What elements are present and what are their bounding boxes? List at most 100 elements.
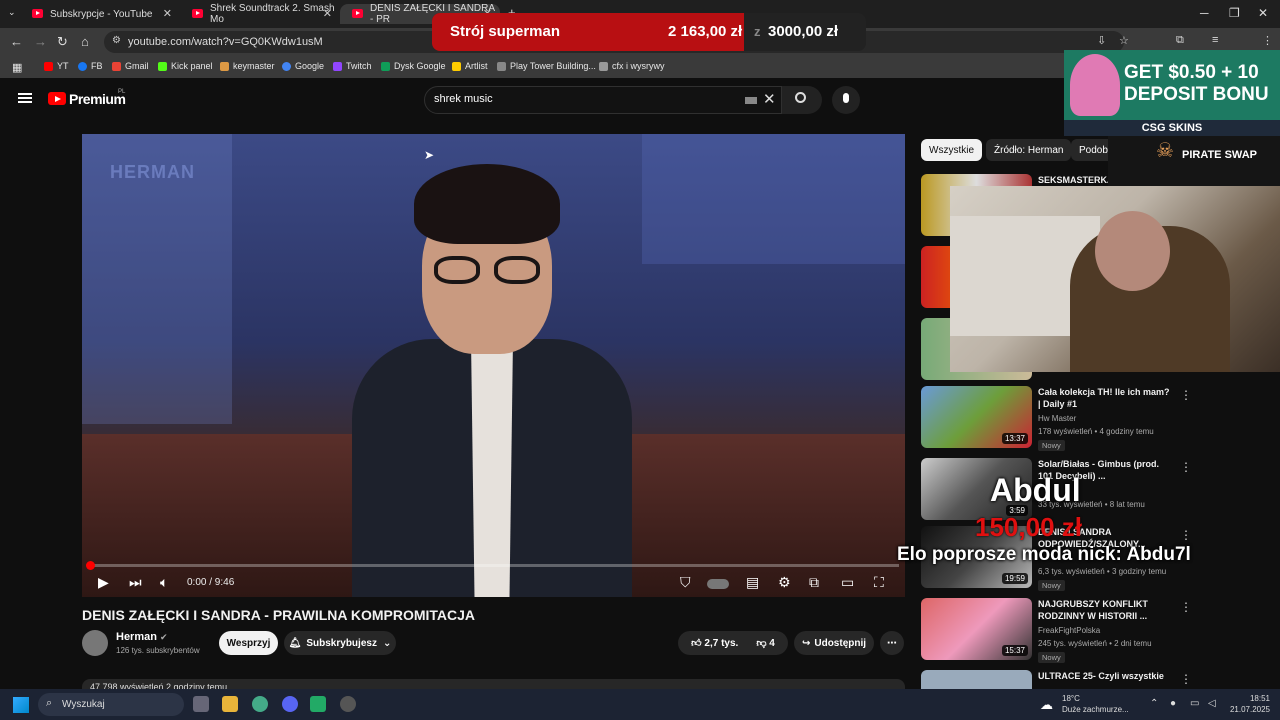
taskbar-search-text: Wyszukaj (62, 699, 105, 710)
search-input[interactable]: shrek music ✕ (424, 86, 782, 114)
back-icon[interactable]: ← (10, 34, 23, 49)
autoplay-toggle[interactable] (707, 579, 729, 589)
speaker-icon[interactable]: ◁ (1208, 698, 1216, 709)
progress-scrubber[interactable] (86, 561, 95, 570)
more-vertical-icon[interactable]: ⋮ (1180, 460, 1192, 474)
close-window-icon[interactable]: ✕ (1258, 6, 1268, 20)
obs-icon[interactable] (340, 696, 356, 712)
bookmark-fb[interactable]: FB (78, 61, 103, 71)
recommended-title[interactable]: Cała kolekcja TH! Ile ich mam? | Daily #… (1038, 386, 1173, 410)
clear-search-icon[interactable]: ✕ (763, 90, 776, 108)
discord-icon[interactable] (282, 696, 298, 712)
theater-mode-icon[interactable]: ▭ (841, 574, 854, 591)
tab-subscriptions[interactable]: Subskrypcje - YouTube ✕ (20, 4, 180, 24)
more-vertical-icon[interactable]: ⋮ (1180, 528, 1192, 542)
progress-bar[interactable] (86, 561, 899, 570)
bookmark-tower[interactable]: Play Tower Building... (497, 61, 596, 71)
home-icon[interactable]: ⌂ (81, 34, 89, 49)
dislike-button[interactable]: 👎︎ 4 (756, 637, 775, 649)
channel-name[interactable]: Herman ✔ (116, 631, 168, 643)
video-thumbnail[interactable] (921, 670, 1032, 689)
bookmark-gmail[interactable]: Gmail (112, 61, 149, 71)
subscribed-button[interactable]: 🔔︎ Subskrybujesz ⌄ (284, 631, 396, 655)
recommended-video[interactable]: ULTRACE 25- Czyli wszystkie ⋮ (921, 670, 1280, 689)
bookmark-drive[interactable]: Dysk Google (381, 61, 446, 71)
pirate-swap-banner[interactable]: ☠ PIRATE SWAP (1108, 136, 1280, 186)
network-icon[interactable]: ▭ (1190, 698, 1199, 709)
bookmark-yt[interactable]: YT (44, 61, 69, 71)
more-horizontal-icon: ⋯ (887, 637, 897, 649)
recommended-video[interactable]: 15:37 NAJGRUBSZY KONFLIKT RODZINNY W HIS… (921, 598, 1280, 663)
minimize-icon[interactable]: ─ (1200, 6, 1209, 20)
microphone-icon[interactable]: ● (1170, 698, 1176, 709)
share-button[interactable]: ↪ Udostępnij (794, 631, 874, 655)
recommended-channel[interactable]: FreakFightPolska (1038, 626, 1100, 635)
tray-chevron-icon[interactable]: ⌃ (1150, 698, 1158, 709)
extensions-icon[interactable]: ⧉ (1176, 34, 1184, 47)
recommended-channel[interactable]: Hw Master (1038, 414, 1076, 423)
miniplayer-icon[interactable]: ⧉ (809, 574, 819, 591)
more-actions-button[interactable]: ⋯ (880, 631, 904, 655)
bookmark-artlist[interactable]: Artlist (452, 61, 488, 71)
apps-grid-icon[interactable]: ▦ (12, 61, 22, 74)
volume-icon[interactable]: 🔈︎ (160, 574, 168, 591)
chip-source[interactable]: Źródło: Herman (986, 139, 1072, 161)
media-control-icon[interactable]: ≡ (1212, 34, 1218, 46)
shield-icon[interactable]: ⛉ (680, 574, 691, 591)
channel-avatar[interactable] (82, 630, 108, 656)
voice-search-button[interactable] (832, 86, 860, 114)
chevron-down-icon: ⌄ (382, 637, 392, 649)
windows-start-icon[interactable] (13, 697, 29, 713)
bookmark-kick[interactable]: Kick panel (158, 61, 213, 71)
keyboard-icon[interactable] (745, 97, 757, 104)
donation-alert-message: Elo poprosze moda nick: Abdu7l (897, 544, 1191, 565)
clock[interactable]: 18:51 21.07.2025 (1228, 693, 1270, 715)
next-icon[interactable]: ⏭ (129, 574, 142, 591)
video-thumbnail[interactable]: 13:37 (921, 386, 1032, 448)
logo-premium-text[interactable]: Premium (69, 91, 126, 107)
sponsor-banner[interactable]: GET $0.50 + 10 DEPOSIT BONU CSG SKINS (1064, 50, 1280, 136)
close-tab-icon[interactable]: ✕ (163, 7, 172, 20)
file-explorer-icon[interactable] (222, 696, 238, 712)
channel-name-text: Herman (116, 631, 157, 643)
close-tab-icon[interactable]: ✕ (323, 7, 332, 20)
menu-icon[interactable] (18, 93, 32, 103)
recommended-title[interactable]: NAJGRUBSZY KONFLIKT RODZINNY W HISTORII … (1038, 598, 1173, 622)
bookmark-twitch[interactable]: Twitch (333, 61, 372, 71)
reload-icon[interactable]: ↻ (57, 34, 68, 50)
bookmark-star-icon[interactable]: ☆ (1119, 34, 1129, 47)
install-app-icon[interactable]: ⇩ (1097, 34, 1106, 47)
bookmark-cfx[interactable]: cfx i wysrywy (599, 61, 665, 71)
recommended-title[interactable]: ULTRACE 25- Czyli wszystkie (1038, 670, 1173, 682)
bookmark-google[interactable]: Google (282, 61, 324, 71)
tab-search-icon[interactable]: ⌄ (8, 7, 16, 18)
more-vertical-icon[interactable]: ⋮ (1180, 388, 1192, 402)
forward-icon[interactable]: → (34, 34, 47, 49)
weather-widget[interactable]: 18°C Duże zachmurze... (1062, 693, 1129, 715)
subtitles-icon[interactable]: ▤ (746, 574, 759, 591)
tab-shrek[interactable]: Shrek Soundtrack 2. Smash Mo ✕ (180, 3, 340, 25)
support-button[interactable]: Wesprzyj (219, 631, 278, 655)
play-icon[interactable]: ▶ (98, 574, 109, 591)
site-info-icon[interactable]: ⚙ (112, 35, 121, 46)
video-thumbnail[interactable]: 15:37 (921, 598, 1032, 660)
search-button[interactable] (782, 86, 822, 114)
youtube-logo-icon[interactable] (48, 92, 66, 105)
recommended-video[interactable]: 13:37 Cała kolekcja TH! Ile ich mam? | D… (921, 386, 1280, 451)
more-vertical-icon[interactable]: ⋮ (1180, 672, 1192, 686)
task-view-icon[interactable] (193, 696, 209, 712)
taskbar-search[interactable]: ⌕ Wyszukaj (38, 693, 184, 716)
more-vertical-icon[interactable]: ⋮ (1180, 600, 1192, 614)
chip-all[interactable]: Wszystkie (921, 139, 982, 161)
chrome-icon[interactable] (252, 696, 268, 712)
excel-icon[interactable] (310, 696, 326, 712)
video-player[interactable]: HERMAN ➤ ▶ ⏭ 🔈︎ 0:00 / 9:46 ⛉ ▤ ⚙ ⧉ ▭ ⛶ (82, 134, 905, 597)
settings-gear-icon[interactable]: ⚙ (778, 574, 791, 591)
menu-dots-icon[interactable]: ⋮ (1262, 34, 1273, 47)
donation-goal-bar: Strój superman 2 163,00 zł z 3000,00 zł (432, 13, 866, 51)
bookmark-keymaster[interactable]: keymaster (220, 61, 275, 71)
maximize-icon[interactable]: ❐ (1229, 6, 1240, 20)
recommended-meta: 178 wyświetleń • 4 godziny temu (1038, 427, 1154, 436)
fullscreen-icon[interactable]: ⛶ (874, 574, 884, 591)
like-button[interactable]: 👍︎ 2,7 tys. (691, 637, 738, 649)
